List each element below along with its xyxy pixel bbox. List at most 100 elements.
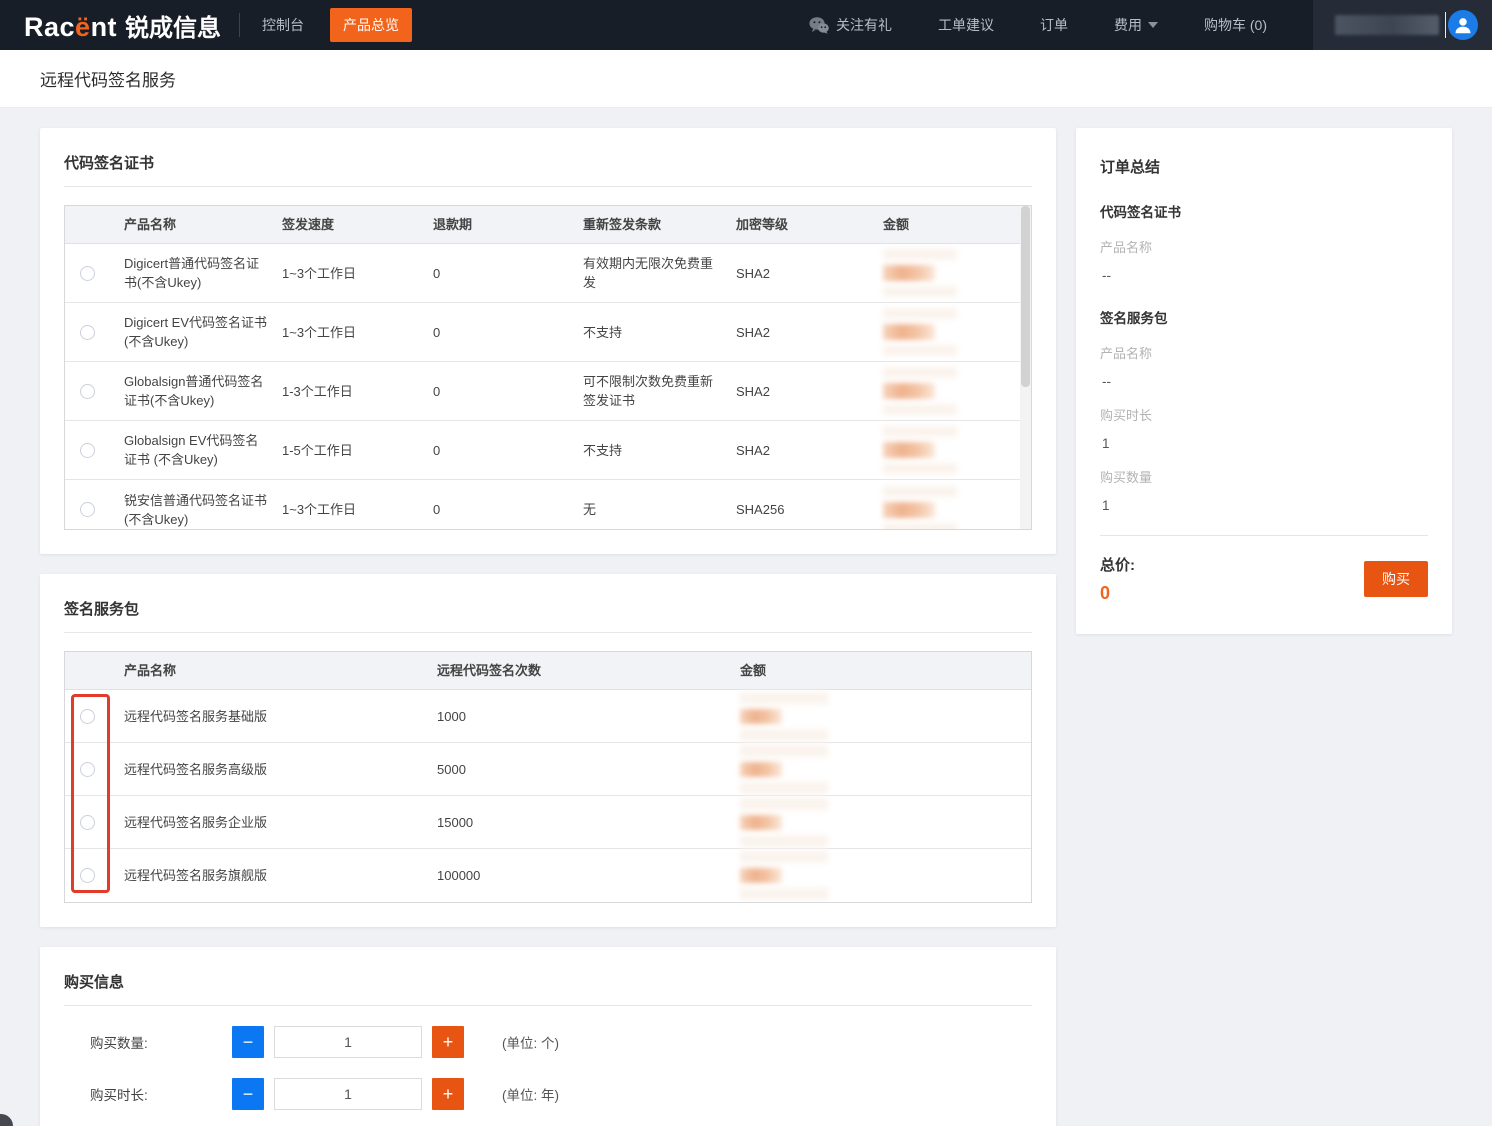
package-table-row: 远程代码签名服务高级版 5000	[65, 743, 1031, 796]
cert-section-card: 代码签名证书 产品名称 签发速度 退款期 重新签发条款 加密等级 金额	[40, 128, 1056, 554]
quantity-row: 购买数量: − + (单位: 个)	[90, 1026, 1032, 1058]
package-radio-button[interactable]	[80, 815, 95, 830]
total-label: 总价:	[1100, 554, 1135, 575]
cert-issue-speed: 1~3个工作日	[282, 323, 433, 342]
brand-logo[interactable]: Racënt 锐成信息	[0, 8, 239, 43]
purchase-section-title: 购买信息	[64, 971, 1032, 992]
order-summary-title: 订单总结	[1100, 156, 1428, 177]
summary-quantity-label: 购买数量	[1100, 467, 1428, 486]
username-redacted	[1335, 15, 1439, 35]
cert-encryption-level: SHA256	[736, 500, 883, 519]
package-section-title: 签名服务包	[64, 598, 1032, 619]
text-cursor	[1445, 12, 1446, 38]
cert-radio-button[interactable]	[80, 502, 95, 517]
cert-issue-speed: 1~3个工作日	[282, 264, 433, 283]
nav-item-orders[interactable]: 订单	[1040, 15, 1068, 35]
cert-reissue-terms: 不支持	[583, 323, 736, 342]
cert-radio-button[interactable]	[80, 266, 95, 281]
cert-table-row: 锐安信普通代码签名证书(不含Ukey) 1~3个工作日 0 无 SHA256	[65, 480, 1031, 530]
redacted-price	[883, 426, 1017, 474]
cert-issue-speed: 1~3个工作日	[282, 500, 433, 519]
divider	[64, 1005, 1032, 1006]
cert-encryption-level: SHA2	[736, 382, 883, 401]
cert-reissue-terms: 无	[583, 500, 736, 519]
cert-product-name: Digicert EV代码签名证书(不含Ukey)	[124, 313, 282, 351]
quantity-input[interactable]	[274, 1026, 422, 1058]
package-product-name: 远程代码签名服务基础版	[124, 707, 437, 726]
nav-item-console[interactable]: 控制台	[262, 15, 304, 35]
cert-issue-speed: 1-5个工作日	[282, 441, 433, 460]
duration-unit: (单位: 年)	[502, 1084, 559, 1104]
header-algo: 加密等级	[736, 215, 883, 234]
quantity-plus-button[interactable]: +	[432, 1026, 464, 1058]
cert-radio-button[interactable]	[80, 443, 95, 458]
chevron-down-icon	[1148, 22, 1158, 28]
nav-item-products-active[interactable]: 产品总览	[330, 8, 412, 42]
package-section-card: 签名服务包 产品名称 远程代码签名次数 金额 远程代码签名服务基础版 1000	[40, 574, 1056, 927]
buy-button[interactable]: 购买	[1364, 561, 1428, 597]
package-radio-button[interactable]	[80, 709, 95, 724]
package-table-header: 产品名称 远程代码签名次数 金额	[65, 652, 1031, 690]
package-product-name: 远程代码签名服务企业版	[124, 813, 437, 832]
package-table: 产品名称 远程代码签名次数 金额 远程代码签名服务基础版 1000	[64, 651, 1032, 903]
header-speed: 签发速度	[282, 215, 433, 234]
redacted-price	[883, 486, 1017, 531]
nav-item-cart[interactable]: 购物车 (0)	[1204, 15, 1267, 35]
cert-refund-period: 0	[433, 264, 583, 283]
cert-product-name: 锐安信普通代码签名证书(不含Ukey)	[124, 491, 282, 529]
header-product: 产品名称	[124, 661, 437, 680]
table-scrollbar-thumb[interactable]	[1021, 206, 1030, 387]
package-sign-count: 1000	[437, 707, 740, 726]
package-table-row: 远程代码签名服务企业版 15000	[65, 796, 1031, 849]
summary-quantity-value: 1	[1100, 498, 1428, 513]
cert-reissue-terms: 可不限制次数免费重新签发证书	[583, 372, 736, 410]
summary-pkg-group-label: 签名服务包	[1100, 307, 1428, 327]
cert-table-row: Digicert EV代码签名证书(不含Ukey) 1~3个工作日 0 不支持 …	[65, 303, 1031, 362]
cert-product-name: Digicert普通代码签名证书(不含Ukey)	[124, 254, 282, 292]
cert-refund-period: 0	[433, 323, 583, 342]
header-amount: 金额	[740, 661, 1031, 680]
package-table-row: 远程代码签名服务旗舰版 100000	[65, 849, 1031, 902]
package-radio-button[interactable]	[80, 868, 95, 883]
total-row: 总价: 0 购买	[1100, 554, 1428, 604]
package-sign-count: 5000	[437, 760, 740, 779]
cert-table-row: Globalsign EV代码签名证书 (不含Ukey) 1-5个工作日 0 不…	[65, 421, 1031, 480]
cert-refund-period: 0	[433, 441, 583, 460]
summary-duration-label: 购买时长	[1100, 405, 1428, 424]
duration-plus-button[interactable]: +	[432, 1078, 464, 1110]
cert-product-name: Globalsign普通代码签名证书(不含Ukey)	[124, 372, 282, 410]
cert-radio-button[interactable]	[80, 384, 95, 399]
purchase-info-card: 购买信息 购买数量: − + (单位: 个) 购买时长: − + (单位: 年)	[40, 947, 1056, 1126]
package-sign-count: 15000	[437, 813, 740, 832]
summary-cert-product-label: 产品名称	[1100, 237, 1428, 256]
duration-minus-button[interactable]: −	[232, 1078, 264, 1110]
package-table-body: 远程代码签名服务基础版 1000 远程代码签名服务高级版	[65, 690, 1031, 902]
header-refund: 退款期	[433, 215, 583, 234]
cert-table: 产品名称 签发速度 退款期 重新签发条款 加密等级 金额 Digicert普通代…	[64, 205, 1032, 530]
redacted-price	[740, 851, 1017, 900]
package-product-name: 远程代码签名服务高级版	[124, 760, 437, 779]
nav-item-billing[interactable]: 费用	[1114, 15, 1158, 35]
summary-duration-value: 1	[1100, 436, 1428, 451]
cert-table-body: Digicert普通代码签名证书(不含Ukey) 1~3个工作日 0 有效期内无…	[65, 244, 1031, 530]
nav-item-gift[interactable]: 关注有礼	[809, 15, 892, 35]
divider	[64, 632, 1032, 633]
summary-pkg-product-label: 产品名称	[1100, 343, 1428, 362]
page-header: 远程代码签名服务	[0, 50, 1492, 108]
brand-logo-cn: 锐成信息	[125, 8, 221, 43]
header-product: 产品名称	[124, 215, 282, 234]
cert-issue-speed: 1-3个工作日	[282, 382, 433, 401]
redacted-price	[740, 798, 1017, 847]
top-navbar: Racënt 锐成信息 控制台 产品总览 关注有礼 工单建议 订单 费用 购物车…	[0, 0, 1492, 50]
quantity-minus-button[interactable]: −	[232, 1026, 264, 1058]
summary-pkg-product-value: --	[1100, 374, 1428, 389]
cert-radio-button[interactable]	[80, 325, 95, 340]
redacted-price	[740, 745, 1017, 794]
nav-divider	[239, 13, 240, 37]
nav-item-ticket[interactable]: 工单建议	[938, 15, 994, 35]
user-avatar[interactable]	[1448, 10, 1478, 40]
duration-input[interactable]	[274, 1078, 422, 1110]
user-account-panel[interactable]	[1313, 0, 1492, 50]
package-radio-button[interactable]	[80, 762, 95, 777]
duration-label: 购买时长:	[90, 1084, 232, 1104]
